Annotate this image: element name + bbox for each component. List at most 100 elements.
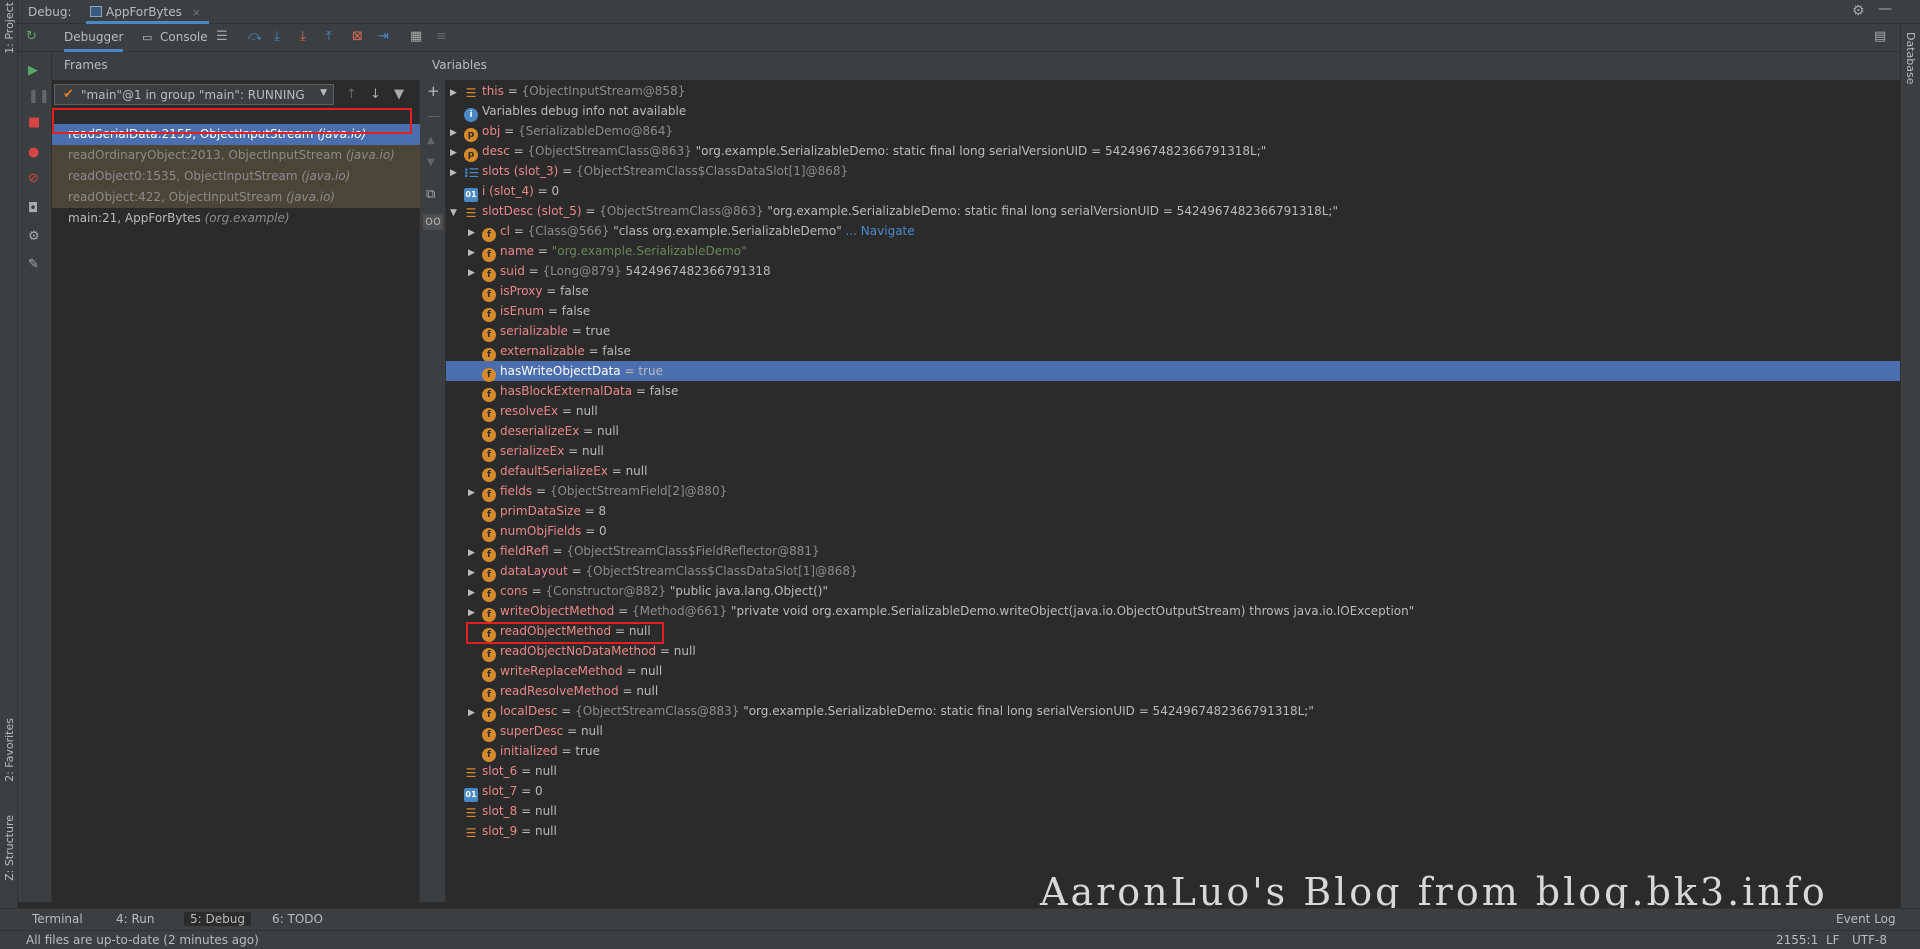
caret-position[interactable]: 2155:1 <box>1776 933 1818 947</box>
variable-row[interactable]: f deserializeEx = null <box>446 421 1886 442</box>
variable-row[interactable]: f hasBlockExternalData = false <box>446 381 1886 402</box>
expand-arrow-icon[interactable]: ▶ <box>468 483 482 503</box>
mute-breakpoints-icon[interactable]: ⊘ <box>28 172 39 186</box>
expand-arrow-icon[interactable]: ▶ <box>450 143 464 163</box>
variable-row[interactable]: ▶ f name = "org.example.SerializableDemo" <box>446 241 1886 263</box>
variable-row[interactable]: f externalizable = false <box>446 341 1886 362</box>
variable-row[interactable]: 01 i (slot_4) = 0 <box>446 181 1886 202</box>
frame-row[interactable]: main:21, AppForBytes (org.example) <box>52 208 420 229</box>
variable-row[interactable]: f writeReplaceMethod = null <box>446 661 1886 682</box>
variable-row[interactable]: ▶ f cons = {Constructor@882} "public java.… <box>446 581 1886 603</box>
file-encoding[interactable]: UTF-8 <box>1852 933 1887 947</box>
stop-icon[interactable]: ■ <box>28 116 40 130</box>
variable-row[interactable]: f resolveEx = null <box>446 401 1886 422</box>
expand-arrow-icon[interactable]: ▶ <box>468 583 482 603</box>
variable-row[interactable]: ▶ p desc = {ObjectStreamClass@863} "org.ex… <box>446 141 1886 163</box>
variable-row[interactable]: ▼ ☰ slotDesc (slot_5) = {ObjectStreamClass… <box>446 201 1886 221</box>
arrow-up-icon[interactable]: ↑ <box>346 88 357 102</box>
variable-row[interactable]: i Variables debug info not available <box>446 101 1886 122</box>
expand-arrow-icon[interactable]: ▶ <box>468 603 482 623</box>
pin-icon[interactable]: ✎ <box>28 258 39 272</box>
move-up-icon[interactable]: ▲ <box>427 134 435 148</box>
variable-row[interactable]: ▶ f dataLayout = {ObjectStreamClass$ClassD… <box>446 561 1886 583</box>
variable-row[interactable]: ▶ f cl = {Class@566} "class org.example.Se… <box>446 221 1886 243</box>
minimize-icon[interactable]: — <box>1878 1 1892 17</box>
close-icon[interactable]: × <box>192 6 201 19</box>
variable-row[interactable]: ▶ ☰ this = {ObjectInputStream@858} <box>446 81 1886 101</box>
database-tool-tab[interactable]: Database <box>1904 32 1917 85</box>
frame-row[interactable]: readObject0:1535, ObjectInputStream (jav… <box>52 166 420 187</box>
variable-row[interactable]: ▶ f localDesc = {ObjectStreamClass@883} "o… <box>446 701 1886 723</box>
line-separator[interactable]: LF <box>1826 933 1840 947</box>
glasses-icon[interactable]: oo <box>423 214 443 230</box>
frame-row[interactable]: readObject:422, ObjectInputStream (java.… <box>52 187 420 208</box>
variable-row[interactable]: f isEnum = false <box>446 301 1886 322</box>
variable-row[interactable]: ☰ slot_9 = null <box>446 821 1886 841</box>
expand-arrow-icon[interactable]: ▶ <box>468 263 482 283</box>
tab-terminal[interactable]: Terminal <box>32 912 83 926</box>
tab-debug[interactable]: 5: Debug <box>184 912 251 926</box>
variable-row[interactable]: f serializeEx = null <box>446 441 1886 462</box>
tab-console[interactable]: Console <box>160 30 208 44</box>
variable-row[interactable]: 01 slot_7 = 0 <box>446 781 1886 802</box>
view-breakpoints-icon[interactable]: ● <box>28 146 39 160</box>
variable-row[interactable]: ☰ slot_6 = null <box>446 761 1886 781</box>
frame-row[interactable]: readOrdinaryObject:2013, ObjectInputStre… <box>52 145 420 166</box>
tab-debugger[interactable]: Debugger <box>64 30 124 52</box>
event-log-button[interactable]: Event Log <box>1836 912 1896 926</box>
variable-row[interactable]: f readObjectNoDataMethod = null <box>446 641 1886 662</box>
expand-arrow-icon[interactable]: ▶ <box>450 163 464 183</box>
variable-row[interactable]: f defaultSerializeEx = null <box>446 461 1886 482</box>
variable-row[interactable]: ▶ f suid = {Long@879} 5424967482366791318 <box>446 261 1886 283</box>
gear-icon[interactable]: ⚙ <box>1852 3 1865 19</box>
remove-watch-icon[interactable]: — <box>427 110 440 124</box>
resume-icon[interactable]: ▶ <box>28 64 38 78</box>
move-down-icon[interactable]: ▼ <box>427 156 435 170</box>
variable-row[interactable]: f readResolveMethod = null <box>446 681 1886 702</box>
variable-row[interactable]: f isProxy = false <box>446 281 1886 302</box>
variable-row[interactable]: f numObjFields = 0 <box>446 521 1886 542</box>
thread-select[interactable]: ✔ "main"@1 in group "main": RUNNING ▼ <box>54 84 334 105</box>
variable-row[interactable]: ▶ p obj = {SerializableDemo@864} <box>446 121 1886 143</box>
expand-arrow-icon[interactable]: ▶ <box>468 563 482 583</box>
project-tool-tab[interactable]: 1: Project <box>3 2 16 54</box>
variable-row[interactable]: f primDataSize = 8 <box>446 501 1886 522</box>
favorites-tool-tab[interactable]: 2: Favorites <box>3 718 16 782</box>
expand-arrow-icon[interactable]: ▶ <box>450 123 464 143</box>
force-step-into-icon[interactable]: ⤓ <box>300 30 306 44</box>
collapse-arrow-icon[interactable]: ▼ <box>450 203 464 223</box>
filter-icon[interactable]: ▼ <box>394 88 404 102</box>
evaluate-icon[interactable]: ▦ <box>410 30 422 44</box>
tab-run[interactable]: 4: Run <box>116 912 155 926</box>
variable-row[interactable]: f initialized = true <box>446 741 1886 762</box>
copy-icon[interactable]: ⧉ <box>426 188 435 202</box>
step-into-icon[interactable]: ⤓ <box>274 30 280 44</box>
variable-row[interactable]: ☰ slot_8 = null <box>446 801 1886 821</box>
variable-row[interactable]: f superDesc = null <box>446 721 1886 742</box>
settings-icon[interactable]: ⚙ <box>28 230 40 244</box>
drop-frame-icon[interactable]: ⊠ <box>352 30 363 44</box>
expand-arrow-icon[interactable]: ▶ <box>450 83 464 103</box>
expand-arrow-icon[interactable]: ▶ <box>468 223 482 243</box>
pause-icon[interactable]: ❚❚ <box>28 90 50 104</box>
variable-row[interactable]: ▶ f fields = {ObjectStreamField[2]@880} <box>446 481 1886 503</box>
expand-arrow-icon[interactable]: ▶ <box>468 703 482 723</box>
navigate-link[interactable]: ... Navigate <box>842 224 915 238</box>
expand-arrow-icon[interactable]: ▶ <box>468 243 482 263</box>
expand-arrow-icon[interactable]: ▶ <box>468 543 482 563</box>
structure-tool-tab[interactable]: Z: Structure <box>3 815 16 881</box>
step-out-icon[interactable]: ⤒ <box>326 30 332 44</box>
camera-icon[interactable]: ◘ <box>28 202 38 216</box>
variable-row[interactable]: ▶ f writeObjectMethod = {Method@661} "priv… <box>446 601 1886 623</box>
variable-row[interactable]: ▶ f fieldRefl = {ObjectStreamClass$FieldRe… <box>446 541 1886 563</box>
rerun-icon[interactable]: ↻ <box>26 30 37 44</box>
step-over-icon[interactable]: ⤼ <box>248 30 262 44</box>
arrow-down-icon[interactable]: ↓ <box>370 88 381 102</box>
run-to-cursor-icon[interactable]: ⇥ <box>378 30 389 44</box>
tab-todo[interactable]: 6: TODO <box>272 912 323 926</box>
add-watch-icon[interactable]: + <box>427 84 440 99</box>
tab-appforbytes[interactable]: AppForBytes × <box>86 0 209 24</box>
variable-row[interactable]: f serializable = true <box>446 321 1886 342</box>
menu-icon[interactable]: ☰ <box>216 30 228 44</box>
layout-icon[interactable]: ▤ <box>1874 30 1886 44</box>
